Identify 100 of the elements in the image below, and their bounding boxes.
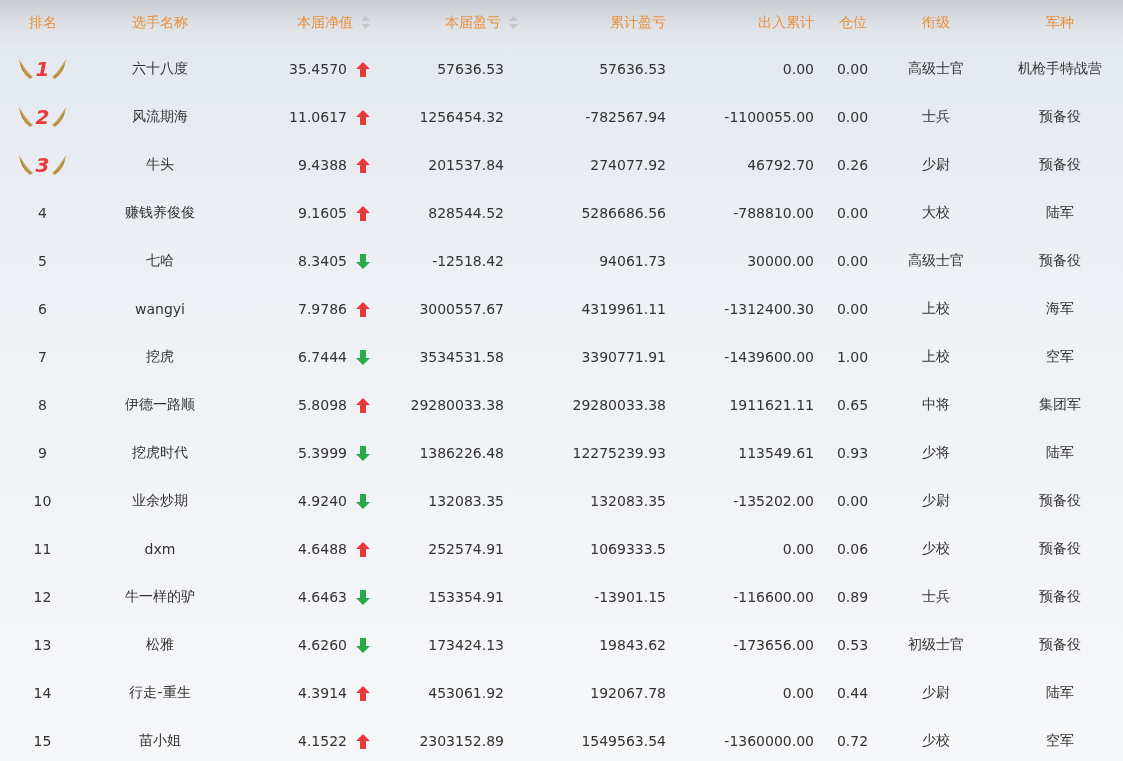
table-cell: 机枪手特战营: [1018, 60, 1102, 78]
table-cell: 0.00: [836, 205, 869, 221]
table-cell: 上校: [922, 348, 950, 366]
table-cell: 预备役: [1039, 252, 1081, 270]
table-cell: 3534531.58: [419, 349, 504, 365]
sort-icon[interactable]: [361, 16, 370, 29]
rank-medal: 2: [17, 105, 68, 129]
column-header[interactable]: 本届盈亏: [445, 13, 501, 32]
player-name: 苗小姐: [139, 732, 181, 750]
table-cell: 3000557.67: [419, 301, 504, 317]
rank-number: 12: [33, 589, 52, 605]
net-value: 9.4388: [298, 157, 347, 173]
table-cell: 少尉: [922, 684, 950, 702]
column-header: 军种: [1046, 13, 1074, 32]
table-cell: 1256454.32: [419, 109, 504, 125]
rank-number: 7: [38, 349, 47, 365]
rank-number: 11: [33, 541, 52, 557]
rank-number: 9: [38, 445, 47, 461]
table-cell: 46792.70: [747, 157, 814, 173]
wing-icon: [17, 57, 34, 81]
table-cell: -788810.00: [733, 205, 814, 221]
table-cell: -116600.00: [733, 589, 814, 605]
player-name: 行走-重生: [129, 684, 191, 702]
player-name: 赚钱养俊俊: [125, 204, 195, 222]
table-cell: 0.06: [836, 541, 869, 557]
net-value: 4.6488: [298, 541, 347, 557]
rank-medal: 3: [17, 153, 68, 177]
net-value: 5.3999: [298, 445, 347, 461]
table-cell: -12518.42: [432, 253, 504, 269]
player-name: 挖虎: [146, 348, 174, 366]
rank-number: 8: [38, 397, 47, 413]
net-value: 5.8098: [298, 397, 347, 413]
net-value: 7.9786: [298, 301, 347, 317]
wing-icon: [17, 105, 34, 129]
player-name: 六十八度: [132, 60, 188, 78]
column-header: 衔级: [922, 13, 950, 32]
column-header: 出入累计: [758, 13, 814, 32]
wing-icon: [17, 153, 34, 177]
table-cell: 少校: [922, 732, 950, 750]
table-cell: 12275239.93: [572, 445, 666, 461]
player-name: dxm: [144, 541, 176, 557]
table-cell: 少尉: [922, 492, 950, 510]
net-value: 6.7444: [298, 349, 347, 365]
table-cell: 1549563.54: [581, 733, 666, 749]
table-cell: 少将: [922, 444, 950, 462]
column-header: 累计盈亏: [610, 13, 666, 32]
player-name: 业余炒期: [132, 492, 188, 510]
table-cell: 453061.92: [428, 685, 504, 701]
table-cell: 0.53: [836, 637, 869, 653]
table-cell: 29280033.38: [410, 397, 504, 413]
column-header[interactable]: 本届净值: [297, 13, 353, 32]
table-cell: 0.00: [782, 685, 814, 701]
table-cell: 3390771.91: [581, 349, 666, 365]
rank-number: 15: [33, 733, 52, 749]
column-header: 仓位: [838, 13, 867, 32]
table-cell: 252574.91: [428, 541, 504, 557]
table-cell: 0.00: [836, 253, 869, 269]
net-value: 35.4570: [289, 61, 347, 77]
table-cell: 0.93: [836, 445, 869, 461]
net-value: 4.9240: [298, 493, 347, 509]
player-name: wangyi: [135, 301, 185, 317]
table-cell: 大校: [922, 204, 950, 222]
table-cell: 0.00: [836, 493, 869, 509]
table-cell: 预备役: [1039, 540, 1081, 558]
table-cell: 94061.73: [599, 253, 666, 269]
table-cell: 192067.78: [590, 685, 666, 701]
rank-number: 4: [38, 205, 47, 221]
player-name: 挖虎时代: [132, 444, 188, 462]
wing-icon: [51, 105, 68, 129]
table-cell: 预备役: [1039, 588, 1081, 606]
table-cell: 预备役: [1039, 156, 1081, 174]
table-cell: 19843.62: [599, 637, 666, 653]
net-value: 4.1522: [298, 733, 347, 749]
table-cell: 预备役: [1039, 492, 1081, 510]
player-name: 伊德一路顺: [125, 396, 195, 414]
player-name: 七哈: [146, 252, 174, 270]
table-cell: 0.00: [782, 541, 814, 557]
net-value: 11.0617: [289, 109, 347, 125]
table-cell: 1.00: [836, 349, 869, 365]
table-cell: 0.44: [836, 685, 869, 701]
table-cell: -1360000.00: [724, 733, 814, 749]
net-value: 9.1605: [298, 205, 347, 221]
table-cell: 0.00: [836, 301, 869, 317]
table-cell: 132083.35: [428, 493, 504, 509]
player-name: 牛一样的驴: [125, 588, 195, 606]
rank-number: 10: [33, 493, 52, 509]
table-cell: 0.26: [836, 157, 869, 173]
table-cell: -1100055.00: [724, 109, 814, 125]
rank-number: 5: [38, 253, 47, 269]
sort-icon[interactable]: [509, 16, 518, 29]
table-cell: 1911621.11: [729, 397, 814, 413]
table-cell: 海军: [1046, 300, 1074, 318]
table-cell: 57636.53: [599, 61, 666, 77]
table-cell: 高级士官: [908, 252, 964, 270]
rank-number: 13: [33, 637, 52, 653]
table-cell: 初级士官: [908, 636, 964, 654]
table-cell: 士兵: [922, 108, 950, 126]
table-cell: 空军: [1046, 348, 1074, 366]
table-cell: 少校: [922, 540, 950, 558]
table-cell: 预备役: [1039, 108, 1081, 126]
